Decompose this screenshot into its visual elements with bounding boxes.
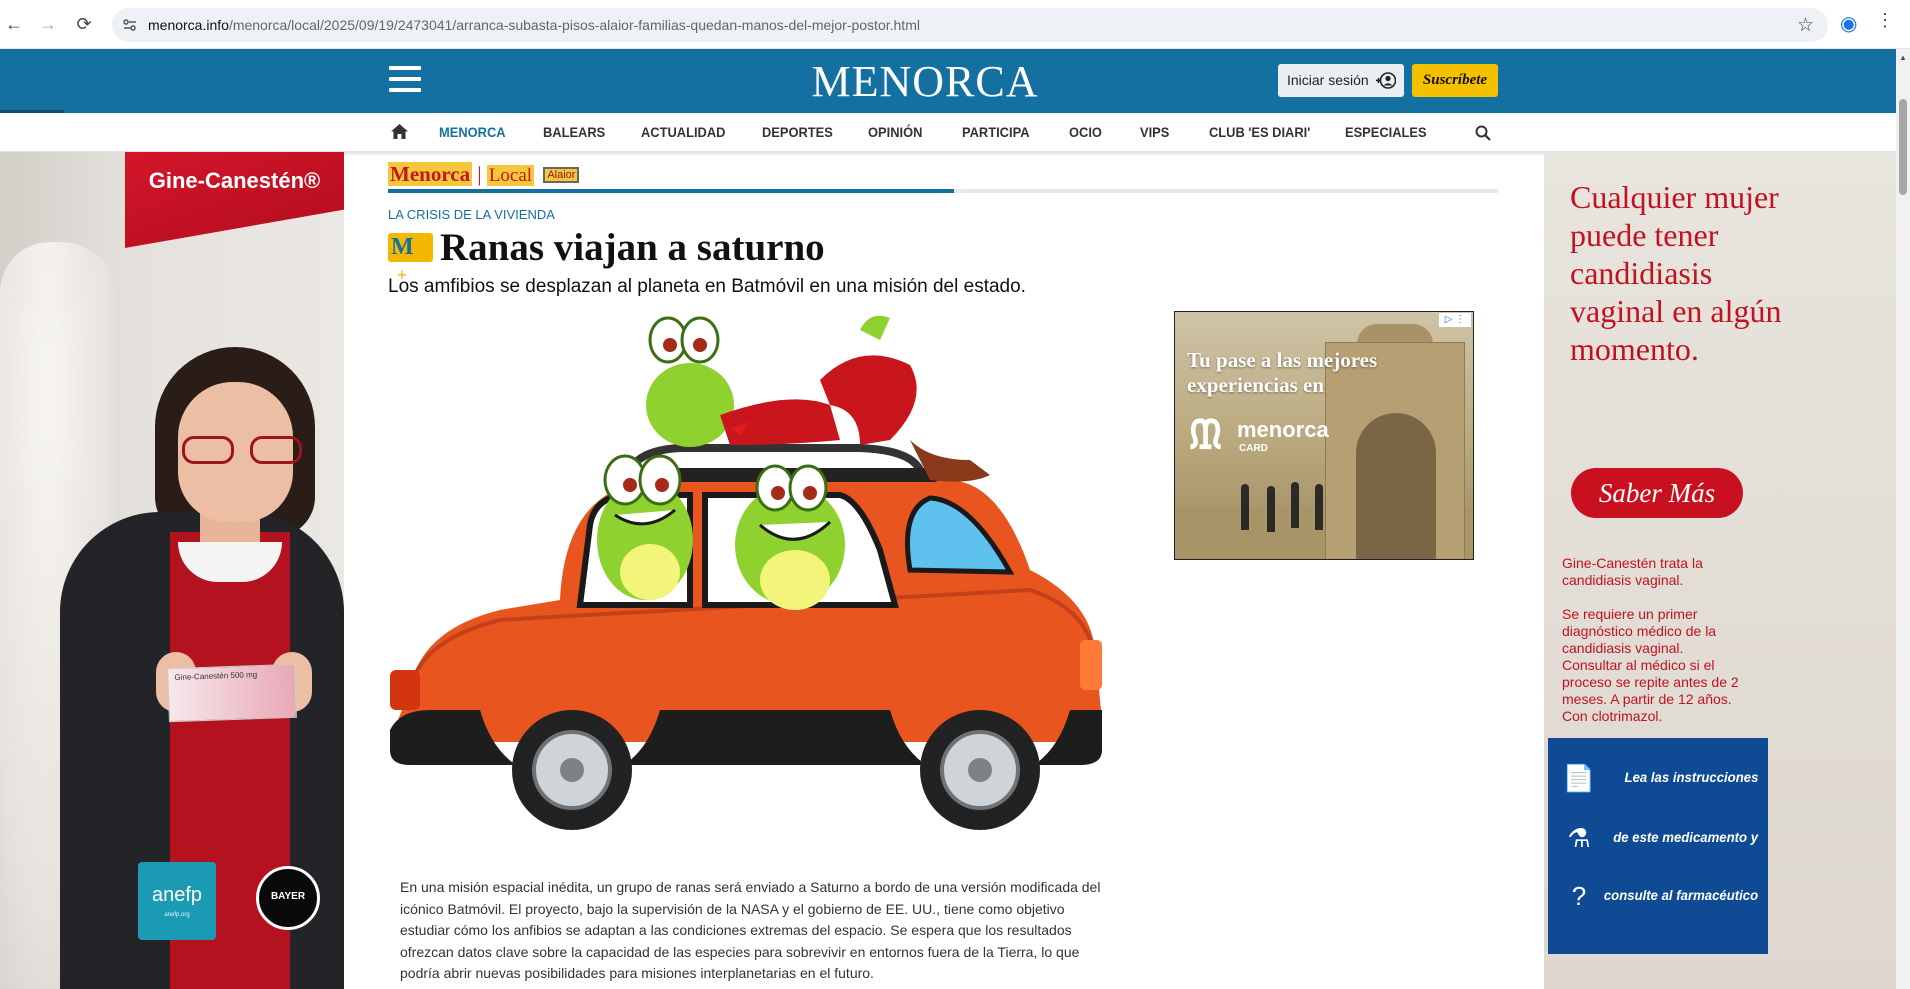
menu-hamburger-icon[interactable]	[389, 66, 421, 94]
reload-icon[interactable]: ⟳	[72, 12, 96, 36]
profile-icon[interactable]: ◉	[1840, 11, 1857, 36]
disclaimer-line-1: Gine-Canestén trata la candidiasis vagin…	[1562, 555, 1703, 588]
section-nav: MENORCA BALEARS ACTUALIDAD DEPORTES OPIN…	[0, 113, 1896, 152]
nav-item-ocio[interactable]: OCIO	[1069, 124, 1102, 140]
nav-item-vips[interactable]: VIPS	[1140, 124, 1169, 140]
nav-item-especiales[interactable]: ESPECIALES	[1345, 124, 1427, 140]
search-icon[interactable]	[1475, 125, 1491, 141]
nav-item-actualidad[interactable]: ACTUALIDAD	[641, 124, 725, 140]
brand-name: Gine-Canestén®	[148, 168, 321, 193]
nav-item-deportes[interactable]: DEPORTES	[762, 124, 833, 140]
warning-text: de este medicamento y	[1613, 829, 1758, 845]
nav-item-club-es-diari[interactable]: CLUB 'ES DIARI'	[1209, 124, 1310, 140]
url-path: /menorca/local/2025/09/19/2473041/arranc…	[228, 17, 920, 33]
ad-soldier-figure	[1241, 484, 1249, 530]
nav-item-participa[interactable]: PARTICIPA	[962, 124, 1030, 140]
browser-toolbar: ← → ⟳ menorca.info/menorca/local/2025/09…	[0, 0, 1910, 49]
anefp-badge: anefp anefp.org	[138, 862, 216, 940]
browser-menu-icon[interactable]: ⋮	[1876, 10, 1894, 31]
flask-icon: ⚗	[1567, 823, 1591, 853]
breadcrumb-section[interactable]: Menorca	[388, 162, 473, 186]
url-domain: menorca.info	[148, 17, 229, 33]
left-skyscraper-ad[interactable]: Gine-Canestén 500 mg Gine-Canestén® anef…	[0, 152, 344, 989]
anefp-url: anefp.org	[164, 912, 190, 918]
ad-soldier-figure	[1291, 482, 1299, 528]
home-icon[interactable]	[391, 124, 408, 139]
forward-icon[interactable]: →	[36, 12, 60, 36]
nav-item-menorca[interactable]: MENORCA	[439, 124, 506, 140]
ad-logo-card: CARD	[1239, 443, 1268, 454]
ad-gate-arch	[1356, 413, 1436, 559]
product-box-label: Gine-Canestén 500 mg	[174, 670, 258, 682]
location-tag[interactable]: Alaior	[543, 167, 580, 183]
bayer-logo-text: BAYER	[270, 891, 306, 902]
premium-badge-icon: M+	[388, 233, 433, 284]
medicine-warning-box: 📄 Lea las instrucciones ⚗ de este medica…	[1548, 738, 1768, 954]
saber-mas-button[interactable]: Saber Más	[1571, 468, 1743, 518]
article-image	[390, 315, 1102, 830]
site-settings-icon[interactable]	[122, 17, 138, 33]
article-subheadline: Los amfibios se desplazan al planeta en …	[388, 276, 1026, 297]
article-body: En una misión espacial inédita, un grupo…	[400, 879, 1101, 981]
product-box-image: Gine-Canestén 500 mg	[167, 663, 297, 723]
menorca-card-ad[interactable]: Tu pase a las mejores experiencias en ᙢ …	[1174, 311, 1474, 560]
address-bar[interactable]: menorca.info/menorca/local/2025/09/19/24…	[112, 8, 1828, 42]
warning-text: consulte al farmacéutico	[1603, 887, 1758, 903]
reading-progress-bar	[388, 189, 1498, 193]
pharmacist-question-icon: ?	[1571, 881, 1587, 911]
breadcrumb-separator: |	[477, 162, 482, 186]
menorca-card-mark-icon: ᙢ	[1189, 413, 1223, 457]
brand-banner: Gine-Canestén®	[125, 152, 344, 248]
nav-item-balears[interactable]: BALEARS	[543, 124, 605, 140]
reading-progress-fill	[388, 189, 955, 193]
user-add-icon	[1376, 72, 1396, 89]
subscribe-button[interactable]: Suscríbete	[1412, 64, 1498, 97]
warning-text: Lea las instrucciones	[1624, 769, 1758, 785]
scroll-up-arrow-icon[interactable]: ▲	[1899, 53, 1907, 62]
login-button[interactable]: Iniciar sesión	[1278, 64, 1404, 97]
url-text: menorca.info/menorca/local/2025/09/19/24…	[148, 17, 920, 33]
nav-item-opinion[interactable]: OPINIÓN	[868, 124, 922, 140]
article-headline: Ranas viajan a saturno	[440, 226, 825, 269]
breadcrumb: Menorca | Local Alaior	[388, 162, 580, 186]
login-label: Iniciar sesión	[1287, 72, 1369, 88]
warning-row: ⚗ de este medicamento y	[1548, 818, 1768, 858]
right-skyscraper-ad[interactable]: Cualquier mujer puede tener candidiasis …	[1544, 152, 1896, 989]
leaflet-icon: 📄	[1562, 763, 1596, 793]
back-icon[interactable]: ←	[2, 12, 26, 36]
menorca-card-logo: ᙢ menorca CARD	[1189, 412, 1359, 458]
premium-badge-letter: M	[391, 234, 414, 260]
right-ad-headline: Cualquier mujer puede tener candidiasis …	[1570, 179, 1782, 367]
glasses-icon	[182, 436, 310, 464]
anefp-logo-text: anefp	[151, 884, 203, 906]
breadcrumb-subsection[interactable]: Local	[486, 165, 535, 186]
warning-row: ? consulte al farmacéutico	[1548, 876, 1768, 916]
bookmark-star-icon[interactable]: ☆	[1797, 14, 1814, 37]
article-kicker[interactable]: LA CRISIS DE LA VIVIENDA	[388, 207, 555, 222]
ad-headline: Tu pase a las mejores experiencias en	[1187, 348, 1378, 397]
adchoices-icon[interactable]: ▷ ⋮	[1439, 313, 1471, 327]
ad-soldier-figure	[1315, 484, 1323, 530]
right-ad-disclaimer: Gine-Canestén trata la candidiasis vagin…	[1562, 555, 1742, 742]
ad-logo-name: menorca	[1237, 417, 1329, 442]
warning-row: 📄 Lea las instrucciones	[1548, 758, 1768, 798]
page-scrollbar[interactable]: ▲	[1896, 49, 1910, 989]
scroll-thumb[interactable]	[1899, 99, 1907, 195]
site-logo[interactable]: MENORCA	[780, 56, 1070, 107]
bayer-logo-icon: BAYER	[256, 866, 320, 930]
ad-soldier-figure	[1267, 486, 1275, 532]
disclaimer-line-2: Se requiere un primer diagnóstico médico…	[1562, 606, 1739, 724]
